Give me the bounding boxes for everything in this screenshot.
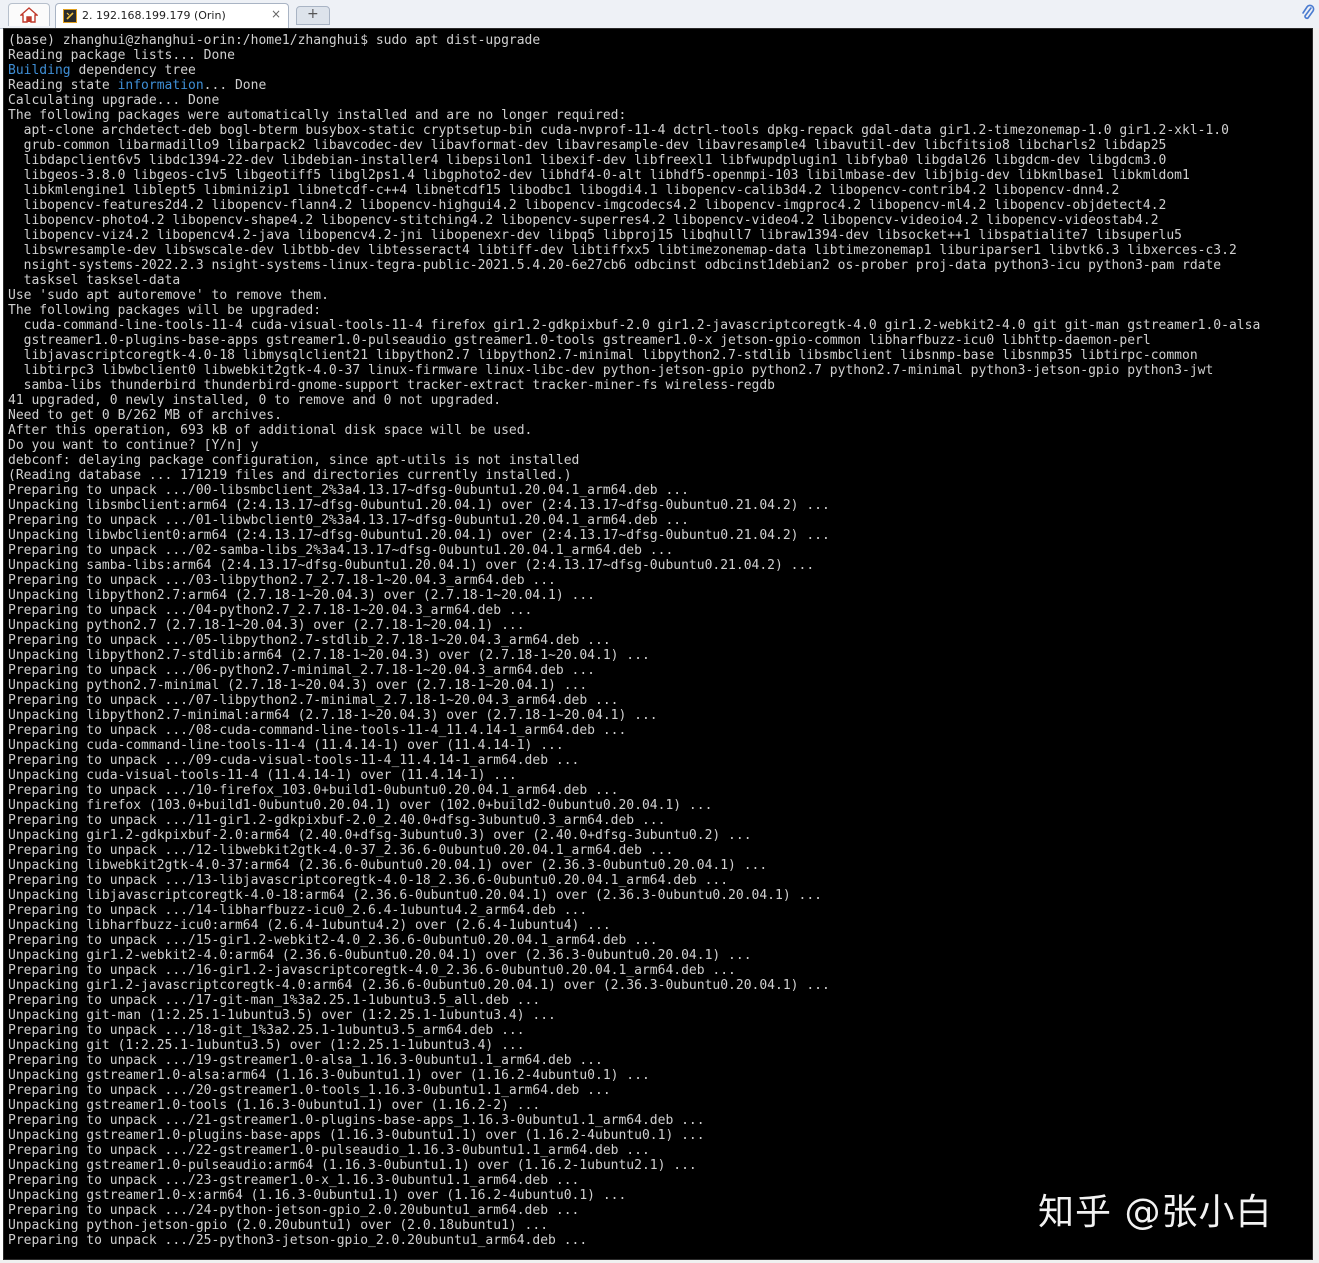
terminal-line: 41 upgraded, 0 newly installed, 0 to rem…	[8, 393, 502, 408]
terminal-line: Preparing to unpack .../18-git_1%3a2.25.…	[8, 1023, 525, 1038]
terminal-line: Unpacking libwbclient0:arm64 (2:4.13.17~…	[8, 528, 830, 543]
terminal-line: Unpacking cuda-visual-tools-11-4 (11.4.1…	[8, 768, 517, 783]
terminal-output: (base) zhanghui@zhanghui-orin:/home1/zha…	[8, 33, 1260, 1248]
terminal-line: Use 'sudo apt autoremove' to remove them…	[8, 288, 329, 303]
home-button[interactable]	[8, 3, 50, 26]
terminal-line: libgeos-3.8.0 libgeos-c1v5 libgeotiff5 l…	[8, 168, 1190, 183]
terminal-line: libopencv-features2d4.2 libopencv-flann4…	[8, 198, 1167, 213]
new-tab-button[interactable]: +	[296, 6, 330, 25]
terminal-line: Preparing to unpack .../08-cuda-command-…	[8, 723, 627, 738]
plus-icon: +	[307, 6, 319, 22]
terminal-line: Preparing to unpack .../21-gstreamer1.0-…	[8, 1113, 705, 1128]
terminal-line: Unpacking libpython2.7-stdlib:arm64 (2.7…	[8, 648, 650, 663]
terminal-line: Preparing to unpack .../06-python2.7-min…	[8, 663, 595, 678]
terminal-line: Unpacking libsmbclient:arm64 (2:4.13.17~…	[8, 498, 830, 513]
paperclip-icon[interactable]	[1301, 4, 1315, 22]
terminal-window[interactable]: (base) zhanghui@zhanghui-orin:/home1/zha…	[3, 28, 1313, 1260]
watermark: 知乎 @张小白	[1038, 1192, 1273, 1233]
terminal-line: Unpacking gstreamer1.0-tools (1.16.3-0ub…	[8, 1098, 541, 1113]
terminal-line: Need to get 0 B/262 MB of archives.	[8, 408, 282, 423]
terminal-line: libopencv-photo4.2 libopencv-shape4.2 li…	[8, 213, 1159, 228]
terminal-line: (base) zhanghui@zhanghui-orin:/home1/zha…	[8, 33, 541, 48]
terminal-line: Preparing to unpack .../01-libwbclient0_…	[8, 513, 689, 528]
terminal-line: Calculating upgrade... Done	[8, 93, 220, 108]
home-icon	[20, 7, 38, 23]
terminal-line: Unpacking python2.7 (2.7.18-1~20.04.3) o…	[8, 618, 525, 633]
terminal-line: Unpacking cuda-command-line-tools-11-4 (…	[8, 738, 564, 753]
terminal-line: Preparing to unpack .../19-gstreamer1.0-…	[8, 1053, 603, 1068]
terminal-line: Do you want to continue? [Y/n] y	[8, 438, 259, 453]
terminal-line: Preparing to unpack .../11-gir1.2-gdkpix…	[8, 813, 666, 828]
terminal-line: debconf: delaying package configuration,…	[8, 453, 580, 468]
terminal-line: cuda-command-line-tools-11-4 cuda-visual…	[8, 318, 1261, 333]
terminal-line: grub-common libarmadillo9 libarpack2 lib…	[8, 138, 1167, 153]
terminal-line: Unpacking gstreamer1.0-plugins-base-apps…	[8, 1128, 705, 1143]
terminal-line: Preparing to unpack .../15-gir1.2-webkit…	[8, 933, 658, 948]
terminal-line: Unpacking samba-libs:arm64 (2:4.13.17~df…	[8, 558, 815, 573]
terminal-line: tasksel tasksel-data	[8, 273, 181, 288]
terminal-line: Unpacking gstreamer1.0-alsa:arm64 (1.16.…	[8, 1068, 650, 1083]
terminal-line: Preparing to unpack .../07-libpython2.7-…	[8, 693, 619, 708]
terminal-line: gstreamer1.0-plugins-base-apps gstreamer…	[8, 333, 1151, 348]
terminal-line: Reading state information... Done	[8, 78, 267, 93]
terminal-line: After this operation, 693 kB of addition…	[8, 423, 533, 438]
window-edge	[1313, 28, 1319, 1263]
terminal-line: Preparing to unpack .../12-libwebkit2gtk…	[8, 843, 674, 858]
terminal-line: Unpacking libpython2.7:arm64 (2.7.18-1~2…	[8, 588, 595, 603]
terminal-line: Unpacking python2.7-minimal (2.7.18-1~20…	[8, 678, 588, 693]
terminal-line: Unpacking git (1:2.25.1-1ubuntu3.5) over…	[8, 1038, 525, 1053]
terminal-line: Preparing to unpack .../05-libpython2.7-…	[8, 633, 611, 648]
terminal-line: Preparing to unpack .../20-gstreamer1.0-…	[8, 1083, 611, 1098]
terminal-line: Preparing to unpack .../10-firefox_103.0…	[8, 783, 619, 798]
highlighted-word: information	[117, 78, 204, 93]
terminal-line: Unpacking git-man (1:2.25.1-1ubuntu3.5) …	[8, 1008, 556, 1023]
terminal-line: Unpacking libpython2.7-minimal:arm64 (2.…	[8, 708, 658, 723]
terminal-line: Unpacking libwebkit2gtk-4.0-37:arm64 (2.…	[8, 858, 768, 873]
terminal-line: Unpacking gir1.2-gdkpixbuf-2.0:arm64 (2.…	[8, 828, 752, 843]
tab-title: 2. 192.168.199.179 (Orin)	[82, 9, 226, 22]
terminal-line: libopencv-viz4.2 libopencv4.2-java libop…	[8, 228, 1182, 243]
terminal-line: Preparing to unpack .../04-python2.7_2.7…	[8, 603, 533, 618]
terminal-line: Preparing to unpack .../09-cuda-visual-t…	[8, 753, 580, 768]
terminal-line: Preparing to unpack .../16-gir1.2-javasc…	[8, 963, 736, 978]
terminal-line: Unpacking gir1.2-javascriptcoregtk-4.0:a…	[8, 978, 830, 993]
terminal-line: Unpacking gstreamer1.0-pulseaudio:arm64 …	[8, 1158, 697, 1173]
tab-session-orin[interactable]: 2. 192.168.199.179 (Orin) ×	[55, 3, 289, 28]
terminal-line: Unpacking firefox (103.0+build1-0ubuntu0…	[8, 798, 713, 813]
terminal-line: Preparing to unpack .../22-gstreamer1.0-…	[8, 1143, 650, 1158]
terminal-line: libdapclient6v5 libdc1394-22-dev libdebi…	[8, 153, 1167, 168]
terminal-line: Preparing to unpack .../25-python3-jetso…	[8, 1233, 588, 1248]
terminal-line: The following packages were automaticall…	[8, 108, 627, 123]
terminal-line: libkmlengine1 liblept5 libminizip1 libne…	[8, 183, 1120, 198]
terminal-line: Reading package lists... Done	[8, 48, 235, 63]
terminal-line: Preparing to unpack .../17-git-man_1%3a2…	[8, 993, 541, 1008]
terminal-line: Preparing to unpack .../14-libharfbuzz-i…	[8, 903, 588, 918]
terminal-icon	[63, 9, 77, 23]
terminal-line: Unpacking libharfbuzz-icu0:arm64 (2.6.4-…	[8, 918, 611, 933]
highlighted-word: Building	[8, 63, 71, 78]
terminal-line: apt-clone archdetect-deb bogl-bterm busy…	[8, 123, 1229, 138]
terminal-line: libswresample-dev libswscale-dev libtbb-…	[8, 243, 1237, 258]
close-icon[interactable]: ×	[271, 7, 281, 21]
terminal-line: libtirpc3 libwbclient0 libwebkit2gtk-4.0…	[8, 363, 1214, 378]
terminal-line: Preparing to unpack .../03-libpython2.7_…	[8, 573, 556, 588]
terminal-line: The following packages will be upgraded:	[8, 303, 322, 318]
tab-bar: 2. 192.168.199.179 (Orin) × +	[0, 0, 1319, 29]
terminal-line: (Reading database ... 171219 files and d…	[8, 468, 572, 483]
terminal-line: Unpacking libjavascriptcoregtk-4.0-18:ar…	[8, 888, 822, 903]
terminal-line: Preparing to unpack .../00-libsmbclient_…	[8, 483, 689, 498]
terminal-line: samba-libs thunderbird thunderbird-gnome…	[8, 378, 776, 393]
terminal-line: nsight-systems-2022.2.3 nsight-systems-l…	[8, 258, 1222, 273]
terminal-line: Preparing to unpack .../02-samba-libs_2%…	[8, 543, 674, 558]
terminal-line: Preparing to unpack .../13-libjavascript…	[8, 873, 729, 888]
terminal-line: Unpacking gir1.2-webkit2-4.0:arm64 (2.36…	[8, 948, 752, 963]
terminal-line: libjavascriptcoregtk-4.0-18 libmysqlclie…	[8, 348, 1198, 363]
terminal-line: Building dependency tree	[8, 63, 196, 78]
